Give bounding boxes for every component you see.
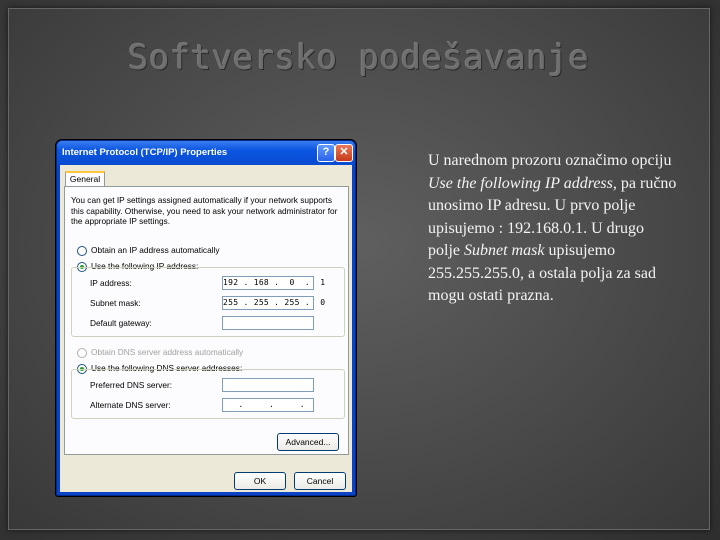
radio-button-icon <box>77 245 87 256</box>
radio-obtain-ip-auto[interactable]: Obtain an IP address automatically <box>77 245 220 256</box>
slide-body-text: U narednom prozoru označimo opciju Use t… <box>428 150 678 308</box>
description-text: You can get IP settings assigned automat… <box>71 195 338 226</box>
default-gateway-field[interactable] <box>222 316 314 330</box>
slide-title: Softversko podešavanje <box>128 38 590 78</box>
advanced-button[interactable]: Advanced... <box>277 433 339 451</box>
preferred-dns-label: Preferred DNS server: <box>90 380 173 390</box>
alternate-dns-label: Alternate DNS server: <box>90 400 171 410</box>
alternate-dns-field[interactable]: . . . <box>222 398 314 412</box>
italic-term: Subnet mask <box>464 242 545 259</box>
tcpip-properties-dialog: Internet Protocol (TCP/IP) Properties ? … <box>56 140 356 496</box>
ok-button[interactable]: OK <box>234 472 286 490</box>
close-icon[interactable]: ✕ <box>335 144 353 162</box>
general-panel: You can get IP settings assigned automat… <box>64 186 349 455</box>
dns-server-group: Preferred DNS server: Alternate DNS serv… <box>71 369 345 419</box>
default-gateway-label: Default gateway: <box>90 318 152 328</box>
dialog-titlebar[interactable]: Internet Protocol (TCP/IP) Properties ? … <box>57 141 355 165</box>
preferred-dns-field[interactable] <box>222 378 314 392</box>
dialog-client-area: General You can get IP settings assigned… <box>60 165 352 492</box>
ip-address-group: IP address: 192 . 168 . 0 . 1 Subnet mas… <box>71 267 345 337</box>
italic-term: Use the following IP address <box>428 174 613 192</box>
tab-general[interactable]: General <box>65 171 105 187</box>
ip-address-field[interactable]: 192 . 168 . 0 . 1 <box>222 276 325 290</box>
radio-button-icon <box>77 347 87 358</box>
radio-label: Obtain DNS server address automatically <box>91 347 244 357</box>
cancel-button[interactable]: Cancel <box>294 472 346 490</box>
radio-obtain-dns-auto[interactable]: Obtain DNS server address automatically <box>77 347 243 358</box>
radio-label: Obtain an IP address automatically <box>91 245 220 255</box>
subnet-mask-field[interactable]: 255 . 255 . 255 . 0 <box>222 296 325 310</box>
text-segment: U narednom prozoru označimo opciju <box>428 152 672 169</box>
subnet-mask-label: Subnet mask: <box>90 298 141 308</box>
help-button[interactable]: ? <box>317 144 335 162</box>
ip-address-label: IP address: <box>90 278 132 288</box>
dialog-title: Internet Protocol (TCP/IP) Properties <box>62 147 228 158</box>
